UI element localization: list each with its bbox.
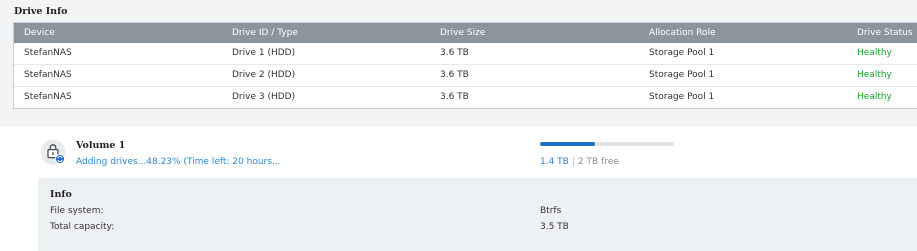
- usage-bar-fill: [540, 142, 595, 146]
- table-row[interactable]: StefanNAS Drive 3 (HDD) 3.6 TB Storage P…: [14, 86, 917, 108]
- column-header-drive-status[interactable]: Drive Status: [857, 23, 913, 43]
- column-header-drive-size[interactable]: Drive Size: [440, 23, 485, 43]
- total-capacity-value: 3.5 TB: [540, 222, 569, 232]
- file-system-value: Btrfs: [540, 206, 562, 216]
- drive-info-title: Drive Info: [14, 6, 68, 17]
- file-system-label: File system:: [50, 206, 104, 216]
- device-cell: StefanNAS: [24, 70, 72, 80]
- drive-info-table: Device Drive ID / Type Drive Size Alloca…: [13, 22, 917, 109]
- info-title: Info: [50, 189, 72, 200]
- drive-status-cell: Healthy: [857, 92, 892, 102]
- total-capacity-label: Total capacity:: [50, 222, 115, 232]
- volume-title: Volume 1: [76, 140, 126, 151]
- volume-status-link[interactable]: Adding drives...48.23% (Time left: 20 ho…: [76, 157, 281, 167]
- drive-size-cell: 3.6 TB: [440, 92, 469, 102]
- allocation-role-cell: Storage Pool 1: [649, 92, 715, 102]
- table-row[interactable]: StefanNAS Drive 1 (HDD) 3.6 TB Storage P…: [14, 43, 917, 64]
- table-row[interactable]: StefanNAS Drive 2 (HDD) 3.6 TB Storage P…: [14, 64, 917, 86]
- info-box: Info File system: Btrfs Total capacity: …: [38, 178, 917, 251]
- drive-status-cell: Healthy: [857, 48, 892, 58]
- usage-bar: [540, 142, 674, 146]
- column-header-drive-id[interactable]: Drive ID / Type: [232, 23, 298, 43]
- volume-panel: Volume 1 Adding drives...48.23% (Time le…: [0, 127, 917, 251]
- drive-id-cell: Drive 2 (HDD): [232, 70, 296, 80]
- drive-size-cell: 3.6 TB: [440, 70, 469, 80]
- usage-separator: |: [571, 157, 575, 167]
- device-cell: StefanNAS: [24, 48, 72, 58]
- drive-id-cell: Drive 1 (HDD): [232, 48, 296, 58]
- free-capacity: 2 TB free: [577, 157, 619, 167]
- lock-drive-icon: [40, 139, 68, 167]
- column-header-allocation-role[interactable]: Allocation Role: [649, 23, 716, 43]
- drive-status-cell: Healthy: [857, 70, 892, 80]
- used-capacity: 1.4 TB: [540, 157, 569, 167]
- drive-size-cell: 3.6 TB: [440, 48, 469, 58]
- column-header-device[interactable]: Device: [24, 23, 55, 43]
- drive-id-cell: Drive 3 (HDD): [232, 92, 296, 102]
- allocation-role-cell: Storage Pool 1: [649, 48, 715, 58]
- device-cell: StefanNAS: [24, 92, 72, 102]
- allocation-role-cell: Storage Pool 1: [649, 70, 715, 80]
- table-header: Device Drive ID / Type Drive Size Alloca…: [14, 23, 917, 43]
- usage-text: 1.4 TB | 2 TB free: [540, 157, 619, 167]
